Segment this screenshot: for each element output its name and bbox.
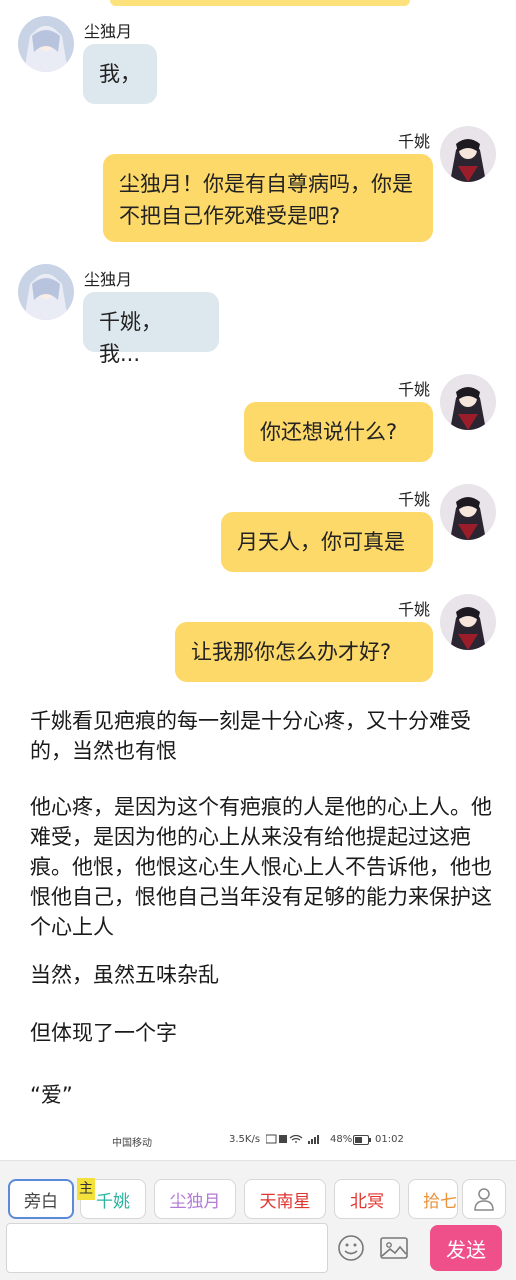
- message-input[interactable]: [6, 1223, 328, 1273]
- input-toolbar: 旁白 千姚 主 尘独月 天南星 北冥 拾七 发送: [0, 1160, 516, 1280]
- avatar-image: [440, 484, 496, 540]
- speaker-name: 千姚: [398, 132, 431, 151]
- add-role-button[interactable]: [462, 1179, 506, 1219]
- person-icon: [474, 1188, 494, 1211]
- narration-paragraph: 但体现了一个字: [30, 1021, 177, 1045]
- role-chip-label: 天南星: [259, 1191, 311, 1212]
- narration-paragraph: 千姚看见疤痕的每一刻是十分心疼，又十分难受的，当然也有恨: [30, 709, 471, 763]
- avatar-chen-duyue[interactable]: [18, 264, 74, 320]
- avatar-chen-duyue[interactable]: [18, 16, 74, 72]
- avatar-qian-yao[interactable]: [440, 374, 496, 430]
- message-bubble: 千姚，我...: [83, 292, 219, 366]
- speaker-name: 千姚: [398, 490, 431, 509]
- signal-wifi-icon: [265, 1134, 319, 1144]
- role-chip-narrator[interactable]: 旁白: [8, 1179, 74, 1219]
- role-chip-label: 千姚: [96, 1191, 130, 1212]
- message-bubble: 你还想说什么?: [244, 402, 433, 462]
- message-bubble: 我，: [83, 44, 157, 104]
- avatar-image: [440, 126, 496, 182]
- message-bubble: 让我那你怎么办才好?: [175, 622, 433, 682]
- narration-paragraph: 当然，虽然五味杂乱: [30, 963, 219, 987]
- send-button[interactable]: 发送: [430, 1225, 502, 1271]
- message-bubble: 尘独月！你是有自尊病吗，你是不把自己作死难受是吧?: [103, 154, 433, 242]
- battery-percent: 48%: [330, 1134, 353, 1145]
- carrier-label: 中国移动: [112, 1138, 152, 1149]
- previous-bubble-edge: [110, 0, 410, 6]
- avatar-image: [440, 374, 496, 430]
- speaker-name: 千姚: [398, 600, 431, 619]
- speaker-name: 千姚: [398, 380, 431, 399]
- avatar-qian-yao[interactable]: [440, 484, 496, 540]
- message-bubble: 月天人，你可真是: [221, 512, 433, 572]
- avatar-image: [18, 16, 74, 72]
- status-icons: [265, 1132, 326, 1149]
- avatar-qian-yao[interactable]: [440, 594, 496, 650]
- role-chip-label: 北冥: [350, 1191, 384, 1212]
- speaker-name: 尘独月: [84, 22, 133, 41]
- emoji-icon[interactable]: [336, 1233, 366, 1263]
- status-bar: 中国移动 3.5K/s 48% 01:02: [0, 1132, 516, 1152]
- avatar-image: [18, 264, 74, 320]
- avatar-qian-yao[interactable]: [440, 126, 496, 182]
- role-chip-shi-qi[interactable]: 拾七: [408, 1179, 458, 1219]
- main-role-tag: 主: [77, 1178, 95, 1200]
- speaker-name: 尘独月: [84, 270, 133, 289]
- avatar-image: [440, 594, 496, 650]
- battery-icon: [353, 1135, 371, 1148]
- image-icon[interactable]: [378, 1233, 410, 1263]
- clock: 01:02: [375, 1134, 404, 1145]
- role-chip-tian-nanxing[interactable]: 天南星: [244, 1179, 326, 1219]
- role-chip-chen-duyue[interactable]: 尘独月: [154, 1179, 236, 1219]
- role-chip-label: 拾七: [423, 1191, 457, 1212]
- narration-paragraph: 他心疼，是因为这个有疤痕的人是他的心上人。他难受，是因为他的心上从来没有给他提起…: [30, 795, 492, 939]
- role-chip-label: 尘独月: [169, 1191, 221, 1212]
- role-chip-label: 旁白: [24, 1191, 58, 1212]
- role-chip-bei-ming[interactable]: 北冥: [334, 1179, 400, 1219]
- narration-paragraph: “爱”: [30, 1083, 73, 1107]
- network-speed: 3.5K/s: [229, 1134, 261, 1145]
